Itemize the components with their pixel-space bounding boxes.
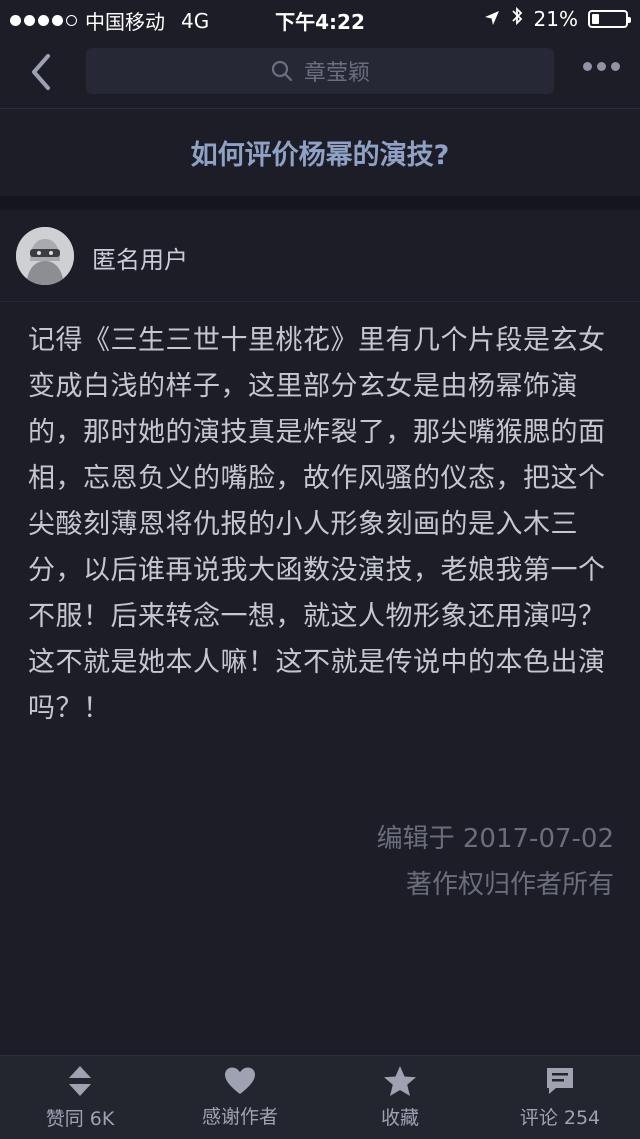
section-divider (0, 196, 640, 210)
answer-text: 记得《三生三世十里桃花》里有几个片段是玄女变成白浅的样子，这里部分玄女是由杨幂饰… (28, 325, 606, 724)
question-title[interactable]: 如何评价杨幂的演技? (0, 108, 640, 196)
nav-bar: 章莹颖 (0, 36, 640, 108)
battery-icon (588, 9, 631, 28)
status-right: 21% (484, 6, 631, 31)
more-options-button[interactable] (583, 62, 620, 71)
thank-label: 感谢作者 (201, 1106, 278, 1128)
copyright-notice: 著作权归作者所有 (405, 870, 614, 900)
battery-percent: 21% (533, 6, 578, 31)
author-row[interactable]: 匿名用户 (0, 210, 640, 302)
edit-timestamp: 编辑于 2017-07-02 (376, 824, 614, 854)
chevron-left-icon (32, 54, 50, 90)
vote-arrows-icon (69, 1066, 91, 1096)
comment-button[interactable]: 评论 254 (480, 1056, 640, 1139)
search-query: 章莹颖 (303, 61, 370, 86)
upvote-label: 赞同 6K (45, 1108, 115, 1130)
anonymous-avatar[interactable] (16, 227, 74, 285)
star-icon (384, 1066, 416, 1096)
comment-label: 评论 254 (519, 1107, 601, 1129)
favorite-label: 收藏 (380, 1107, 419, 1129)
heart-icon (225, 1067, 255, 1094)
anonymous-mask-icon (16, 227, 74, 285)
favorite-button[interactable]: 收藏 (320, 1056, 480, 1139)
location-arrow-icon (484, 7, 500, 31)
status-bar: 中国移动 4G 下午4:22 21% (0, 0, 640, 36)
search-icon (271, 60, 293, 82)
bottom-action-bar: 赞同 6K 感谢作者 收藏 评论 254 (0, 1055, 640, 1139)
author-name[interactable]: 匿名用户 (92, 240, 188, 275)
search-input[interactable]: 章莹颖 (86, 48, 554, 94)
thank-author-button[interactable]: 感谢作者 (160, 1056, 320, 1139)
more-dots-icon (583, 62, 592, 71)
comment-bubble-icon (547, 1068, 573, 1094)
bluetooth-icon (510, 6, 524, 31)
screen: 中国移动 4G 下午4:22 21% 章莹颖 如何评价杨幂的演技? 匿名用户 记… (0, 0, 640, 1139)
upvote-button[interactable]: 赞同 6K (0, 1056, 160, 1139)
back-button[interactable] (22, 50, 62, 94)
